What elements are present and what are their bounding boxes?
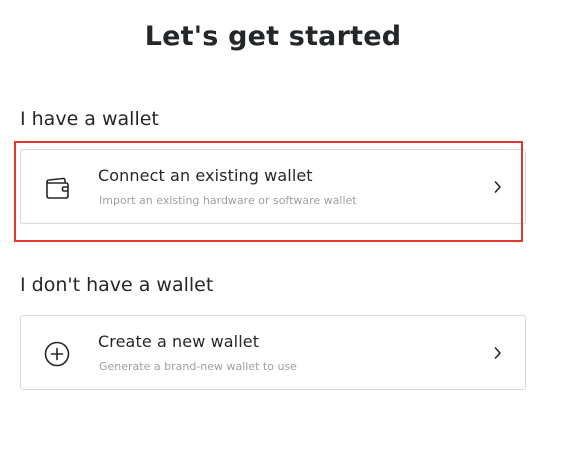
chevron-right-icon (493, 179, 503, 195)
page-title: Let's get started (144, 21, 402, 52)
section-heading-no-wallet: I don't have a wallet (20, 274, 214, 296)
option-title: Connect an existing wallet (98, 166, 313, 185)
chevron-right-icon (493, 345, 503, 361)
wallet-icon (43, 174, 71, 202)
connect-existing-wallet-option[interactable]: Connect an existing wallet Import an exi… (20, 149, 526, 224)
option-subtitle: Import an existing hardware or software … (99, 194, 357, 207)
plus-circle-icon (43, 340, 71, 368)
option-subtitle: Generate a brand-new wallet to use (99, 360, 297, 373)
get-started-page: Let's get started I have a wallet Connec… (0, 0, 588, 468)
create-new-wallet-option[interactable]: Create a new wallet Generate a brand-new… (20, 315, 526, 390)
option-title: Create a new wallet (98, 332, 260, 351)
section-heading-have-wallet: I have a wallet (20, 108, 159, 130)
